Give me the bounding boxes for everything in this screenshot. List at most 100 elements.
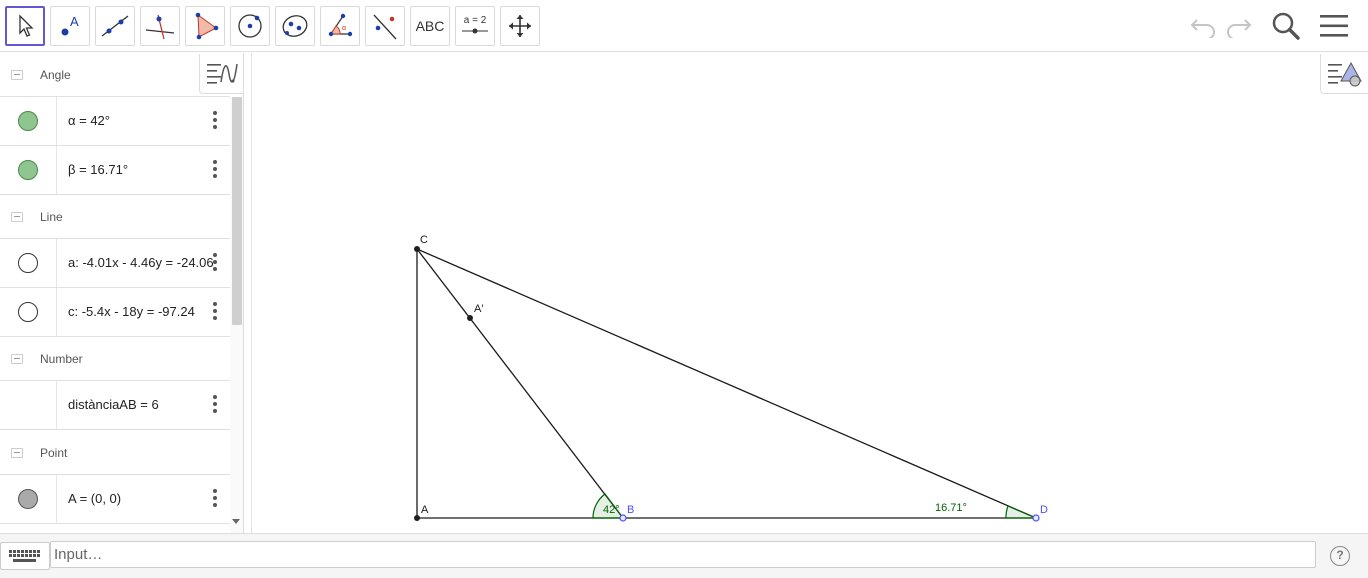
- label-B: B: [627, 504, 634, 516]
- input-bar: ?: [0, 533, 1368, 578]
- ellipse-tool-button[interactable]: [275, 6, 315, 46]
- style-bar-toggle-icon: [207, 63, 238, 84]
- toolbar: A α ABC a = 2: [0, 0, 1368, 52]
- group-header-angle[interactable]: Angle: [0, 53, 230, 97]
- slider-icon: a = 2: [462, 15, 488, 34]
- algebra-row[interactable]: β = 16.71°: [0, 146, 230, 195]
- line-icon: [101, 15, 129, 37]
- graphics-style-bar-button[interactable]: [1320, 54, 1368, 94]
- label-C: C: [420, 234, 428, 246]
- label-angle-alpha: 42°: [603, 504, 620, 516]
- line-a-CB[interactable]: [416, 248, 624, 519]
- angle-beta-arc[interactable]: [1005, 505, 1037, 519]
- scrollbar-thumb[interactable]: [232, 97, 242, 325]
- group-name: Angle: [40, 68, 71, 82]
- label-A: A: [421, 504, 429, 516]
- algebra-row[interactable]: a: -4.01x - 4.46y = -24.06: [0, 239, 230, 288]
- visibility-marble[interactable]: [18, 302, 38, 322]
- point-A-prime[interactable]: [467, 315, 473, 321]
- graphics-view[interactable]: C A′ A B D 42° 16.71°: [252, 53, 1368, 533]
- more-options-icon[interactable]: [205, 393, 225, 417]
- perpendicular-line-icon: [145, 14, 175, 40]
- main-menu-button[interactable]: [1316, 8, 1352, 44]
- algebra-expression[interactable]: β = 16.71°: [68, 162, 216, 177]
- algebra-view: Angle α = 42° β = 16.71° Line a: -4.01x …: [0, 53, 244, 533]
- graphics-style-bar-icon: [1328, 61, 1362, 87]
- algebra-row[interactable]: distànciaAB = 6: [0, 381, 230, 430]
- more-options-icon[interactable]: [205, 487, 225, 511]
- svg-text:α: α: [342, 25, 346, 32]
- algebra-expression[interactable]: α = 42°: [68, 113, 216, 128]
- move-tool-button[interactable]: [5, 6, 45, 46]
- point-B[interactable]: [619, 514, 627, 522]
- algebra-input-field[interactable]: [50, 541, 1316, 568]
- angle-icon: α: [328, 13, 353, 37]
- move-arrows-icon: [509, 15, 531, 37]
- help-icon[interactable]: ?: [1330, 546, 1350, 566]
- move-graphics-view-tool-button[interactable]: [500, 6, 540, 46]
- collapse-icon[interactable]: [11, 354, 23, 364]
- visibility-marble[interactable]: [18, 160, 38, 180]
- angle-tool-button[interactable]: α: [320, 6, 360, 46]
- point-tool-button[interactable]: A: [50, 6, 90, 46]
- algebra-expression[interactable]: A = (0, 0): [68, 491, 216, 506]
- search-icon: [1272, 12, 1300, 40]
- keyboard-icon: [9, 550, 40, 562]
- slider-tool-button[interactable]: a = 2: [455, 6, 495, 46]
- panel-divider[interactable]: [244, 53, 252, 533]
- algebra-row[interactable]: c: -5.4x - 18y = -97.24: [0, 288, 230, 337]
- search-button[interactable]: [1268, 8, 1304, 44]
- visibility-marble[interactable]: [18, 253, 38, 273]
- redo-icon: [1227, 19, 1252, 38]
- collapse-icon[interactable]: [11, 212, 23, 222]
- slider-tool-label: a = 2: [464, 15, 487, 26]
- point-A[interactable]: [414, 515, 420, 521]
- circle-center-point-tool-button[interactable]: [230, 6, 270, 46]
- point-icon: A: [61, 14, 79, 36]
- more-options-icon[interactable]: [205, 251, 225, 275]
- algebra-row[interactable]: A = (0, 0): [0, 475, 230, 524]
- collapse-icon[interactable]: [11, 70, 23, 80]
- more-options-icon[interactable]: [205, 300, 225, 324]
- algebra-row[interactable]: α = 42°: [0, 97, 230, 146]
- polygon-tool-button[interactable]: [185, 6, 225, 46]
- algebra-expression[interactable]: c: -5.4x - 18y = -97.24: [68, 304, 216, 319]
- group-name: Line: [40, 210, 63, 224]
- text-tool-label: ABC: [415, 18, 445, 34]
- perpendicular-line-tool-button[interactable]: [140, 6, 180, 46]
- svg-text:A: A: [70, 14, 79, 29]
- hamburger-menu-icon: [1320, 15, 1348, 37]
- group-header-point[interactable]: Point: [0, 431, 230, 475]
- reflect-line-tool-button[interactable]: [365, 6, 405, 46]
- more-options-icon[interactable]: [205, 158, 225, 182]
- more-options-icon[interactable]: [205, 109, 225, 133]
- construction-canvas[interactable]: C A′ A B D 42° 16.71°: [252, 53, 1368, 533]
- polygon-icon: [195, 12, 219, 40]
- group-header-number[interactable]: Number: [0, 337, 230, 381]
- line-tool-button[interactable]: [95, 6, 135, 46]
- reflect-about-line-icon: [373, 14, 397, 40]
- visibility-marble[interactable]: [18, 489, 38, 509]
- point-D[interactable]: [1032, 514, 1040, 522]
- algebra-expression[interactable]: distànciaAB = 6: [68, 397, 216, 412]
- collapse-icon[interactable]: [11, 448, 23, 458]
- algebra-style-bar-button[interactable]: [199, 54, 243, 94]
- circle-icon: [238, 14, 262, 38]
- algebra-expression[interactable]: a: -4.01x - 4.46y = -24.06: [68, 255, 216, 270]
- undo-icon: [1190, 19, 1215, 38]
- line-c-CD[interactable]: [416, 248, 1037, 519]
- virtual-keyboard-button[interactable]: [0, 542, 50, 570]
- visibility-marble[interactable]: [18, 111, 38, 131]
- cursor-icon: [19, 14, 34, 37]
- label-angle-beta: 16.71°: [935, 502, 967, 514]
- group-name: Number: [40, 352, 83, 366]
- label-D: D: [1040, 504, 1048, 516]
- undo-button[interactable]: [1185, 8, 1221, 44]
- scroll-down-arrow-icon[interactable]: [232, 519, 240, 524]
- group-name: Point: [40, 446, 68, 460]
- point-C[interactable]: [414, 246, 420, 252]
- label-A-prime: A′: [474, 303, 483, 315]
- group-header-line[interactable]: Line: [0, 195, 230, 239]
- redo-button[interactable]: [1221, 8, 1257, 44]
- text-tool-button[interactable]: ABC: [410, 6, 450, 46]
